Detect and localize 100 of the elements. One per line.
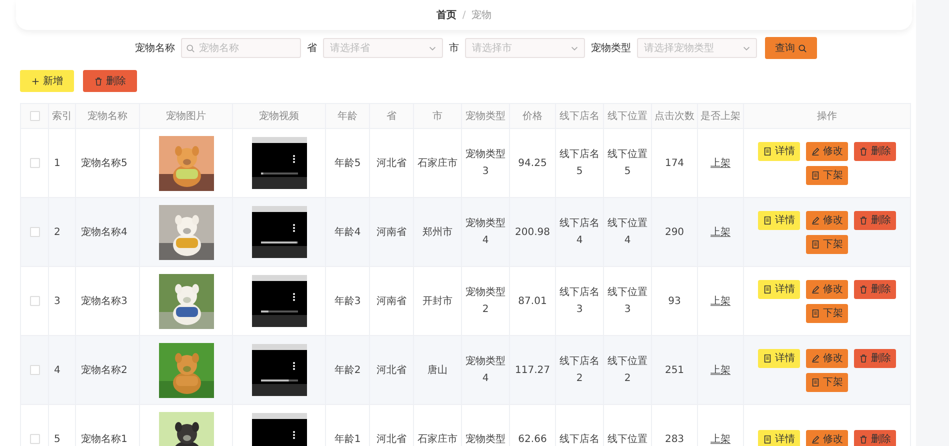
document-icon (811, 170, 820, 180)
index-cell-text: 2 (54, 226, 60, 240)
clicks-cell-text: 174 (664, 156, 684, 170)
delete-button[interactable]: 删除 (854, 210, 896, 230)
name-cell-text: 宠物名称3 (81, 294, 128, 308)
add-button[interactable]: 新增 (20, 70, 74, 92)
checkbox[interactable] (30, 226, 40, 237)
index-cell-text: 3 (54, 294, 60, 308)
shop-cell-text: 线下店名4 (559, 216, 600, 248)
type-cell-text: 宠物类型2 (465, 286, 506, 317)
edit-button[interactable]: 修改 (806, 348, 848, 368)
index-cell-text: 5 (54, 432, 60, 446)
field-label: 市 (449, 42, 459, 55)
index-cell-text: 1 (54, 156, 60, 170)
control-bar (252, 246, 306, 258)
search-button[interactable]: 查询 (765, 37, 817, 59)
price-cell-text: 117.27 (515, 364, 550, 378)
column-header: 索引 (52, 111, 72, 122)
offshelf-button[interactable]: 下架 (806, 372, 848, 392)
status-cell-text: 上架 (710, 226, 730, 240)
plus-icon (31, 76, 40, 86)
delete-button[interactable]: 删除 (854, 348, 896, 368)
breadcrumb-link[interactable]: 宠物 (472, 8, 492, 22)
type-cell-text: 宠物类型4 (465, 216, 506, 248)
column-header: 年龄 (338, 111, 358, 122)
trash-icon (94, 76, 103, 86)
control-bar (252, 384, 306, 396)
title-bar (252, 137, 306, 143)
pencil-icon (811, 354, 820, 362)
province-cell-text: 河南省 (376, 226, 406, 240)
field-label: 省 (307, 42, 317, 55)
age-cell-text: 年龄5 (334, 156, 361, 170)
location-cell-text: 线下位置4 (607, 216, 648, 248)
province-cell-text: 河北省 (376, 364, 406, 378)
delete-button[interactable]: 删除 (854, 142, 896, 160)
select-field[interactable]: 请选择市 (465, 38, 585, 58)
breadcrumb-link[interactable]: 首页 (436, 8, 456, 22)
column-header: 省 (386, 111, 396, 122)
edit-button[interactable]: 修改 (806, 430, 848, 446)
shop-cell-text: 线下店名3 (559, 286, 600, 317)
detail-button[interactable]: 详情 (758, 348, 800, 368)
detail-button[interactable]: 详情 (758, 430, 800, 446)
pencil-icon (811, 434, 820, 444)
checkbox[interactable] (30, 364, 40, 375)
status-cell-text: 上架 (710, 432, 730, 446)
edit-button[interactable]: 修改 (806, 280, 848, 298)
checkbox[interactable] (30, 296, 40, 306)
detail-button[interactable]: 详情 (758, 280, 800, 298)
document-icon (763, 354, 772, 362)
city-cell-text: 石家庄市 (418, 156, 458, 170)
name-cell-text: 宠物名称1 (81, 432, 128, 446)
detail-button[interactable]: 详情 (758, 142, 800, 160)
type-cell-text: 宠物类型3 (465, 148, 506, 179)
pencil-icon (811, 146, 820, 156)
age-cell-text: 年龄1 (334, 432, 361, 446)
trash-icon (859, 284, 868, 294)
offshelf-button[interactable]: 下架 (806, 304, 848, 322)
province-cell-text: 河北省 (376, 156, 406, 170)
control-bar (252, 315, 306, 327)
clicks-cell-text: 290 (664, 226, 684, 240)
select-field[interactable]: 请选择宠物类型 (637, 38, 757, 58)
shop-cell-text: 线下店名 (559, 432, 600, 446)
location-cell-text: 线下位置5 (607, 148, 648, 179)
checkbox[interactable] (30, 110, 40, 121)
offshelf-button[interactable]: 下架 (806, 234, 848, 254)
column-header: 市 (432, 111, 442, 122)
title-bar (252, 206, 306, 212)
document-icon (811, 378, 820, 386)
title-bar (252, 413, 306, 419)
pencil-icon (811, 216, 820, 224)
detail-button[interactable]: 详情 (758, 210, 800, 230)
select-field[interactable]: 请选择省 (323, 38, 443, 58)
city-cell-text: 郑州市 (422, 226, 452, 240)
age-cell-text: 年龄4 (334, 226, 361, 240)
document-icon (763, 434, 772, 444)
delete-button[interactable]: 删除 (854, 280, 896, 298)
offshelf-button[interactable]: 下架 (806, 166, 848, 184)
city-cell-text: 开封市 (422, 294, 452, 308)
title-bar (252, 344, 306, 350)
city-cell-text: 石家庄市 (418, 432, 458, 446)
type-cell-text: 宠物类型 (465, 432, 506, 446)
column-header: 点击次数 (654, 111, 694, 122)
search-field[interactable]: 宠物名称 (181, 38, 301, 58)
field-label: 宠物名称 (135, 42, 175, 55)
clicks-cell-text: 283 (664, 432, 684, 446)
checkbox[interactable] (30, 434, 40, 444)
city-cell-text: 唐山 (428, 364, 448, 378)
document-icon (763, 146, 772, 156)
location-cell-text: 线下位置3 (607, 286, 648, 317)
type-cell-text: 宠物类型4 (465, 354, 506, 386)
edit-button[interactable]: 修改 (806, 210, 848, 230)
trash-icon (859, 354, 868, 362)
edit-button[interactable]: 修改 (806, 142, 848, 160)
location-cell-text: 线下位置 (607, 432, 648, 446)
column-header: 线下位置 (608, 111, 648, 122)
field-label: 宠物类型 (591, 42, 631, 55)
delete-button[interactable]: 删除 (854, 430, 896, 446)
column-header: 宠物名称 (88, 111, 128, 122)
delete-button[interactable]: 删除 (83, 70, 137, 92)
checkbox[interactable] (30, 158, 40, 168)
